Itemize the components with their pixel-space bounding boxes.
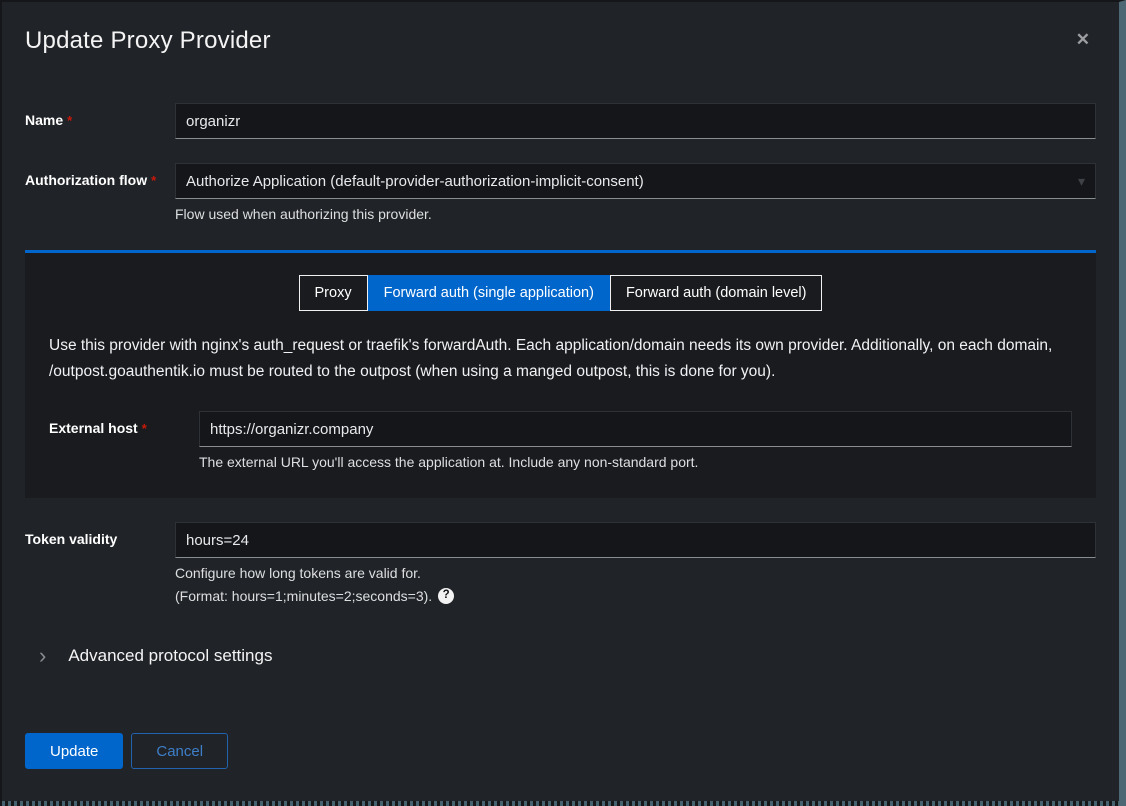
name-control: [175, 103, 1096, 139]
external-host-control: The external URL you'll access the appli…: [199, 411, 1072, 472]
chevron-down-icon: ▾: [1078, 174, 1085, 188]
name-label: Name: [25, 112, 63, 128]
advanced-protocol-settings-expander[interactable]: › Advanced protocol settings: [25, 645, 1096, 667]
authorization-flow-row: Authorization flow * Authorize Applicatio…: [25, 163, 1096, 224]
tab-forward-auth-single-application[interactable]: Forward auth (single application): [368, 275, 610, 311]
modal-header: Update Proxy Provider ✕: [25, 2, 1096, 55]
proxy-mode-toggle-group: Proxy Forward auth (single application) …: [49, 275, 1072, 311]
page-title: Update Proxy Provider: [25, 27, 271, 55]
authorization-flow-label: Authorization flow: [25, 172, 147, 188]
advanced-protocol-settings-label: Advanced protocol settings: [68, 646, 272, 666]
close-icon[interactable]: ✕: [1070, 27, 1096, 52]
token-validity-help-line2: (Format: hours=1;minutes=2;seconds=3). ?: [175, 585, 1096, 607]
authorization-flow-control: Authorize Application (default-provider-…: [175, 163, 1096, 224]
help-icon[interactable]: ?: [438, 588, 454, 604]
token-validity-label: Token validity: [25, 531, 117, 547]
authorization-flow-help: Flow used when authorizing this provider…: [175, 204, 1096, 224]
external-host-row: External host * The external URL you'll a…: [49, 411, 1072, 472]
external-host-input[interactable]: [199, 411, 1072, 447]
token-validity-format-text: (Format: hours=1;minutes=2;seconds=3).: [175, 585, 432, 607]
required-asterisk: *: [151, 173, 156, 188]
token-validity-label-col: Token validity: [25, 522, 175, 549]
required-asterisk: *: [67, 113, 72, 128]
cancel-button[interactable]: Cancel: [131, 733, 228, 769]
chevron-right-icon: ›: [39, 645, 46, 667]
tab-forward-auth-domain-level[interactable]: Forward auth (domain level): [610, 275, 823, 311]
name-input[interactable]: [175, 103, 1096, 139]
required-asterisk: *: [142, 421, 147, 436]
frame-bottom-edge: [2, 801, 1119, 806]
external-host-label: External host: [49, 420, 138, 436]
token-validity-help-line1: Configure how long tokens are valid for.: [175, 563, 1096, 583]
token-validity-input[interactable]: [175, 522, 1096, 558]
token-validity-control: Configure how long tokens are valid for.…: [175, 522, 1096, 607]
authorization-flow-selected-value: Authorize Application (default-provider-…: [186, 173, 644, 190]
update-button[interactable]: Update: [25, 733, 123, 769]
authorization-flow-label-col: Authorization flow *: [25, 163, 175, 190]
proxy-mode-card: Proxy Forward auth (single application) …: [25, 250, 1096, 498]
external-host-help: The external URL you'll access the appli…: [199, 452, 1072, 472]
update-proxy-provider-modal: Update Proxy Provider ✕ Name * Authorizat…: [2, 2, 1119, 769]
tab-proxy[interactable]: Proxy: [299, 275, 368, 311]
mode-description: Use this provider with nginx's auth_requ…: [49, 333, 1072, 385]
token-validity-row: Token validity Configure how long tokens…: [25, 522, 1096, 607]
authorization-flow-select[interactable]: Authorize Application (default-provider-…: [175, 163, 1096, 199]
screenshot-frame: Update Proxy Provider ✕ Name * Authorizat…: [0, 0, 1126, 806]
external-host-label-col: External host *: [49, 411, 199, 438]
name-label-col: Name *: [25, 103, 175, 130]
modal-footer: Update Cancel: [25, 733, 1096, 769]
name-field-row: Name *: [25, 103, 1096, 139]
